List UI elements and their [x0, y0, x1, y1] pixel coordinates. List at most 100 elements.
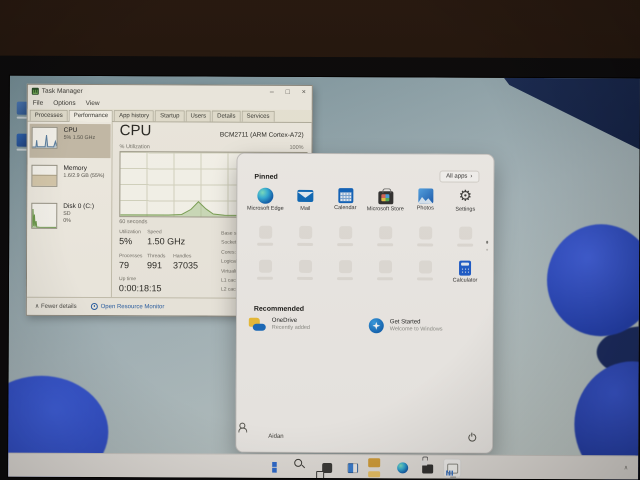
edge-button[interactable] [393, 458, 411, 477]
pinned-app-placeholder [405, 260, 445, 283]
minimize-button[interactable]: – [264, 86, 280, 98]
pinned-page-indicator[interactable] [485, 240, 489, 256]
taskbar: ∧ [8, 452, 639, 480]
pinned-app-calculator[interactable]: Calculator [445, 260, 485, 284]
calculator-icon [459, 260, 472, 276]
sidebar-item-disk[interactable]: Disk 0 (C:) SD 0% [29, 200, 110, 244]
calendar-icon [337, 188, 353, 204]
open-resource-monitor-link[interactable]: Open Resource Monitor [90, 302, 165, 311]
sidebar-item-cpu[interactable]: CPU 5% 1.50 GHz [29, 123, 111, 159]
edge-icon [257, 187, 274, 204]
pinned-app-store[interactable]: Microsoft Store [365, 188, 405, 212]
pinned-app-placeholder [365, 226, 405, 247]
person-icon [252, 432, 262, 442]
sidebar-item-memory[interactable]: Memory 1.6/2.9 GB (55%) [29, 162, 110, 196]
pinned-app-placeholder [325, 226, 365, 247]
window-title: Task Manager [41, 87, 83, 95]
disk-sparkline [31, 202, 58, 229]
tab-users[interactable]: Users [185, 110, 212, 122]
tab-strip: Processes Performance App history Startu… [27, 108, 312, 123]
start-menu-bottom-bar: Aidan [236, 422, 492, 453]
performance-sidebar: CPU 5% 1.50 GHz Memory 1.6/2.9 GB (55%) … [26, 121, 113, 298]
x-axis-label: 60 seconds [119, 219, 148, 226]
pinned-app-settings[interactable]: ⚙ Settings [445, 187, 485, 213]
y-axis-label: % Utilization [119, 144, 150, 151]
tab-processes[interactable]: Processes [29, 109, 68, 121]
wallpaper-dark-wedge [504, 78, 640, 151]
username: Aidan [268, 433, 284, 440]
stat-label: Speed [147, 229, 162, 236]
pinned-app-placeholder [285, 225, 325, 246]
all-apps-button[interactable]: All apps › [439, 170, 480, 183]
search-icon [297, 462, 308, 473]
get-started-icon [368, 318, 384, 334]
task-view-button[interactable] [318, 458, 336, 477]
store-button[interactable] [418, 458, 436, 477]
task-manager-icon [31, 87, 39, 95]
tab-services[interactable]: Services [241, 110, 275, 122]
stat-value-threads: 991 [147, 260, 163, 271]
chevron-right-icon: › [470, 173, 473, 180]
page-dot-active [485, 240, 489, 244]
gear-icon: ⚙ [458, 187, 473, 205]
stat-value-handles: 37035 [173, 260, 199, 271]
memory-sparkline [31, 164, 58, 187]
pinned-app-placeholder [365, 260, 405, 283]
pinned-app-mail[interactable]: Mail [285, 188, 325, 212]
page-dot [485, 248, 489, 251]
recommended-item-get-started[interactable]: Get Started Welcome to Windows [368, 318, 443, 334]
widgets-button[interactable] [343, 458, 361, 477]
fewer-details-button[interactable]: ∧ Fewer details [35, 303, 77, 310]
stat-value-utilization: 5% [119, 236, 133, 247]
tab-details[interactable]: Details [212, 110, 241, 122]
start-menu: Pinned All apps › Microsoft Edge Mail Ca… [235, 152, 495, 454]
task-manager-taskbar-button[interactable] [443, 458, 462, 478]
chevron-up-icon: ∧ [34, 303, 40, 310]
windows-logo-icon [272, 462, 283, 473]
wallpaper-petal [546, 223, 640, 337]
tray-chevron-icon[interactable]: ∧ [624, 464, 628, 471]
stat-label: Up time [118, 276, 137, 283]
cpu-pane-title: CPU [119, 122, 152, 140]
edge-icon [396, 462, 408, 474]
menu-file[interactable]: File [28, 100, 49, 107]
menu-options[interactable]: Options [48, 100, 80, 107]
pinned-app-placeholder [325, 260, 365, 283]
microsoft-store-icon [421, 464, 433, 474]
task-view-icon [322, 462, 333, 473]
desktop-screen: Task Manager – □ × File Options View Pro… [7, 74, 640, 480]
mail-icon [297, 189, 314, 202]
menu-view[interactable]: View [81, 100, 105, 107]
user-account-button[interactable]: Aidan [252, 432, 283, 442]
stat-value-processes: 79 [119, 260, 130, 271]
pinned-app-calendar[interactable]: Calendar [325, 188, 365, 212]
pinned-app-placeholder [445, 226, 485, 247]
tab-startup[interactable]: Startup [155, 110, 185, 122]
pinned-app-placeholder [285, 259, 325, 283]
cpu-chip-name: BCM2711 (ARM Cortex-A72) [219, 131, 304, 139]
cpu-sparkline [31, 126, 58, 149]
pinned-app-photos[interactable]: Photos [405, 188, 445, 212]
recommended-item-onedrive[interactable]: OneDrive Recently added [249, 318, 310, 331]
start-button[interactable] [268, 458, 286, 477]
task-manager-icon [446, 463, 458, 474]
folder-icon [371, 463, 383, 473]
search-button[interactable] [293, 458, 311, 477]
stat-value-speed: 1.50 GHz [147, 236, 186, 247]
close-button[interactable]: × [296, 86, 312, 98]
recommended-heading: Recommended [253, 305, 305, 313]
tab-performance[interactable]: Performance [68, 109, 114, 123]
pinned-app-edge[interactable]: Microsoft Edge [245, 187, 285, 212]
power-button[interactable] [467, 433, 476, 442]
stat-label: Handles [173, 253, 192, 260]
task-manager-titlebar[interactable]: Task Manager – □ × [28, 85, 312, 99]
maximize-button[interactable]: □ [280, 86, 296, 98]
monitor-bezel: Task Manager – □ × File Options View Pro… [0, 55, 640, 480]
stat-label: Threads [147, 253, 166, 260]
pinned-app-placeholder [245, 225, 285, 246]
pinned-app-placeholder [245, 259, 285, 283]
stat-label: Utilization [119, 229, 141, 236]
tab-app-history[interactable]: App history [114, 110, 155, 122]
file-explorer-button[interactable] [368, 458, 386, 477]
pinned-app-placeholder [405, 226, 445, 247]
